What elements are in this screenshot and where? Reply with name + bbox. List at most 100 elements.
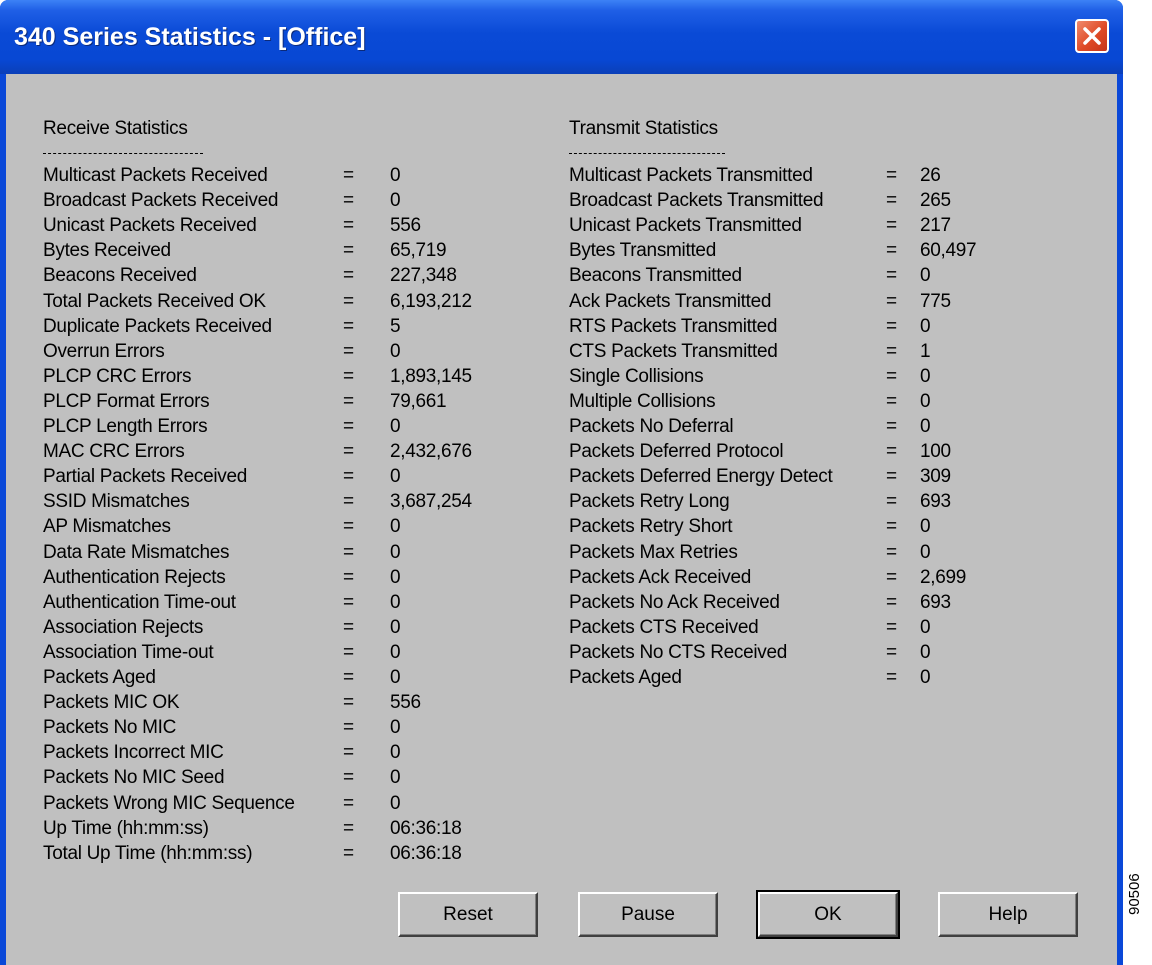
receive-row-value: 65,719 xyxy=(390,240,447,261)
receive-row-equals: = xyxy=(343,843,354,864)
transmit-row-label: Packets Max Retries xyxy=(569,542,738,563)
transmit-row-label: Packets Ack Received xyxy=(569,567,751,588)
transmit-row-equals: = xyxy=(886,366,897,387)
transmit-row-equals: = xyxy=(886,516,897,537)
ok-button[interactable]: OK xyxy=(756,890,900,939)
transmit-row-value: 1 xyxy=(920,341,931,362)
receive-row-label: Packets Wrong MIC Sequence xyxy=(43,793,295,814)
transmit-row-label: Packets No Deferral xyxy=(569,416,734,437)
receive-row-value: 0 xyxy=(390,667,401,688)
receive-row-value: 0 xyxy=(390,717,401,738)
receive-row-equals: = xyxy=(343,165,354,186)
receive-row-value: 0 xyxy=(390,767,401,788)
help-button[interactable]: Help xyxy=(938,892,1078,937)
transmit-row-label: Beacons Transmitted xyxy=(569,265,742,286)
close-button[interactable] xyxy=(1075,19,1109,53)
transmit-row-value: 0 xyxy=(920,316,931,337)
window-title: 340 Series Statistics - [Office] xyxy=(14,23,366,51)
dialog-client-area: Receive Statistics Transmit Statistics M… xyxy=(6,74,1117,965)
receive-row-label: AP Mismatches xyxy=(43,516,171,537)
transmit-row-value: 0 xyxy=(920,642,931,663)
receive-row-value: 0 xyxy=(390,190,401,211)
receive-row-label: Unicast Packets Received xyxy=(43,215,257,236)
receive-title-underline xyxy=(43,153,203,154)
transmit-row-value: 0 xyxy=(920,416,931,437)
transmit-row-label: RTS Packets Transmitted xyxy=(569,316,778,337)
receive-row-equals: = xyxy=(343,567,354,588)
title-bar[interactable]: 340 Series Statistics - [Office] xyxy=(0,0,1123,74)
receive-row-value: 5 xyxy=(390,316,401,337)
receive-row-equals: = xyxy=(343,642,354,663)
transmit-row-label: Unicast Packets Transmitted xyxy=(569,215,802,236)
receive-row-value: 0 xyxy=(390,542,401,563)
receive-row-equals: = xyxy=(343,366,354,387)
transmit-row-value: 0 xyxy=(920,391,931,412)
transmit-row-equals: = xyxy=(886,642,897,663)
statistics-window: 340 Series Statistics - [Office] Receive… xyxy=(0,0,1123,965)
receive-row-equals: = xyxy=(343,491,354,512)
transmit-row-value: 265 xyxy=(920,190,951,211)
receive-row-equals: = xyxy=(343,265,354,286)
receive-row-label: Up Time (hh:mm:ss) xyxy=(43,818,209,839)
receive-row-value: 556 xyxy=(390,692,421,713)
pause-button[interactable]: Pause xyxy=(578,892,718,937)
receive-row-value: 6,193,212 xyxy=(390,291,472,312)
receive-row-value: 0 xyxy=(390,617,401,638)
transmit-row-label: Single Collisions xyxy=(569,366,704,387)
transmit-row-label: Broadcast Packets Transmitted xyxy=(569,190,824,211)
transmit-row-value: 0 xyxy=(920,366,931,387)
transmit-row-equals: = xyxy=(886,667,897,688)
receive-row-equals: = xyxy=(343,516,354,537)
transmit-row-label: Packets Retry Long xyxy=(569,491,730,512)
receive-row-equals: = xyxy=(343,667,354,688)
receive-row-label: Bytes Received xyxy=(43,240,171,261)
close-icon xyxy=(1083,27,1101,45)
receive-row-value: 227,348 xyxy=(390,265,457,286)
receive-row-equals: = xyxy=(343,341,354,362)
receive-row-label: Authentication Time-out xyxy=(43,592,236,613)
receive-row-label: Packets No MIC Seed xyxy=(43,767,225,788)
transmit-row-label: Packets No Ack Received xyxy=(569,592,780,613)
transmit-row-label: Packets Deferred Energy Detect xyxy=(569,466,833,487)
reset-button[interactable]: Reset xyxy=(398,892,538,937)
transmit-row-value: 775 xyxy=(920,291,951,312)
receive-row-label: Duplicate Packets Received xyxy=(43,316,272,337)
receive-row-label: Broadcast Packets Received xyxy=(43,190,279,211)
transmit-title-underline xyxy=(569,153,725,154)
transmit-row-label: Packets CTS Received xyxy=(569,617,759,638)
transmit-row-label: Multiple Collisions xyxy=(569,391,716,412)
receive-row-equals: = xyxy=(343,717,354,738)
transmit-row-value: 0 xyxy=(920,617,931,638)
receive-row-equals: = xyxy=(343,316,354,337)
receive-row-label: Total Packets Received OK xyxy=(43,291,266,312)
receive-row-value: 0 xyxy=(390,165,401,186)
receive-row-equals: = xyxy=(343,692,354,713)
receive-row-value: 0 xyxy=(390,742,401,763)
transmit-row-equals: = xyxy=(886,265,897,286)
receive-row-label: Packets Aged xyxy=(43,667,156,688)
receive-row-equals: = xyxy=(343,416,354,437)
transmit-row-label: Multicast Packets Transmitted xyxy=(569,165,813,186)
receive-row-value: 0 xyxy=(390,341,401,362)
receive-row-label: Packets No MIC xyxy=(43,717,177,738)
receive-row-value: 0 xyxy=(390,466,401,487)
receive-row-label: Partial Packets Received xyxy=(43,466,248,487)
transmit-row-equals: = xyxy=(886,316,897,337)
transmit-row-label: Ack Packets Transmitted xyxy=(569,291,772,312)
transmit-row-value: 693 xyxy=(920,592,951,613)
transmit-row-value: 693 xyxy=(920,491,951,512)
receive-row-label: Packets MIC OK xyxy=(43,692,180,713)
receive-row-value: 06:36:18 xyxy=(390,818,462,839)
transmit-row-equals: = xyxy=(886,416,897,437)
transmit-row-value: 26 xyxy=(920,165,941,186)
receive-row-label: PLCP Format Errors xyxy=(43,391,210,412)
receive-row-value: 2,432,676 xyxy=(390,441,472,462)
receive-row-equals: = xyxy=(343,818,354,839)
receive-row-equals: = xyxy=(343,466,354,487)
receive-row-equals: = xyxy=(343,190,354,211)
receive-row-value: 0 xyxy=(390,416,401,437)
transmit-row-value: 2,699 xyxy=(920,567,967,588)
receive-row-value: 556 xyxy=(390,215,421,236)
receive-row-equals: = xyxy=(343,441,354,462)
figure-number: 90506 xyxy=(1126,873,1143,915)
